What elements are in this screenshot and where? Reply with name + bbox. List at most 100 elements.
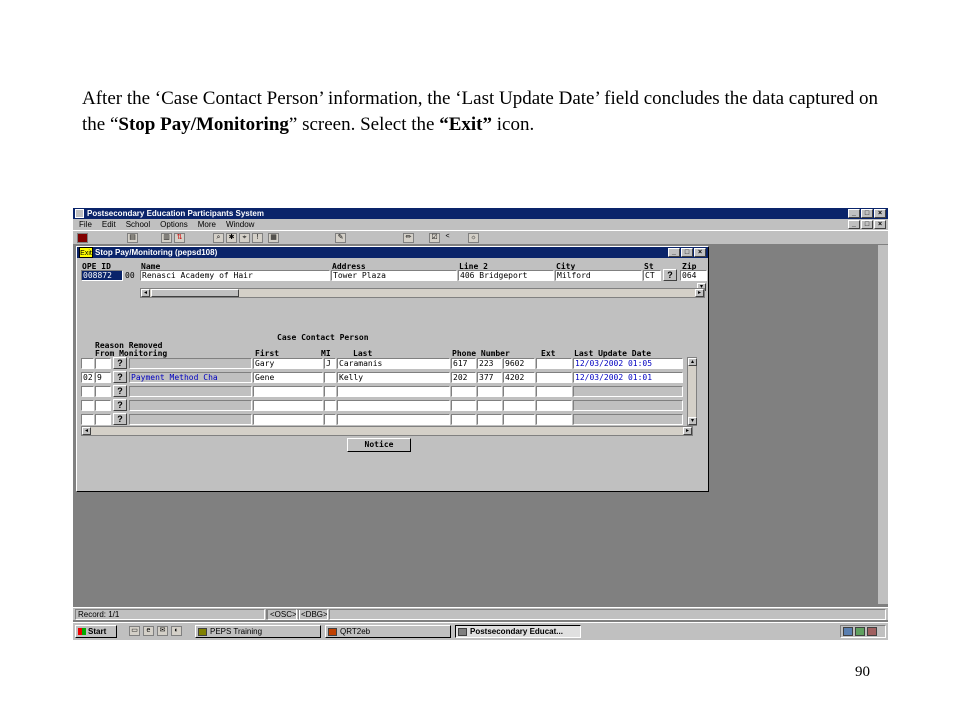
sort-icon[interactable]: ⇅ xyxy=(174,233,185,243)
mdi-minimize-button[interactable]: _ xyxy=(848,220,860,229)
code1-cell[interactable] xyxy=(81,386,94,397)
menu-school[interactable]: School xyxy=(126,219,150,230)
code1-cell[interactable]: 02 xyxy=(81,372,94,383)
reason-cell[interactable] xyxy=(129,386,252,397)
last-cell[interactable] xyxy=(337,400,450,411)
menu-options[interactable]: Options xyxy=(160,219,188,230)
check-icon[interactable]: ☑ xyxy=(429,233,440,243)
mi-cell[interactable] xyxy=(324,414,336,425)
phone-area-cell[interactable] xyxy=(451,400,476,411)
delete-icon[interactable]: ! xyxy=(252,233,263,243)
child-minimize-button[interactable]: _ xyxy=(668,248,680,257)
state-field[interactable]: CT xyxy=(643,270,661,281)
child-window-titlebar[interactable]: Stop Pay/Monitoring (pepsd108) _ □ × xyxy=(77,247,708,258)
phone-area-cell[interactable] xyxy=(451,414,476,425)
first-cell[interactable] xyxy=(253,400,323,411)
reason-lookup-icon[interactable]: ? xyxy=(113,371,127,383)
mdi-close-button[interactable]: × xyxy=(874,220,886,229)
main-window-titlebar[interactable]: Postsecondary Education Participants Sys… xyxy=(73,208,888,219)
header-hscrollbar[interactable]: ◂ ▸ xyxy=(140,288,705,298)
maximize-button[interactable]: □ xyxy=(861,209,873,218)
edit-icon[interactable]: ✎ xyxy=(335,233,346,243)
volume-icon[interactable] xyxy=(867,627,877,636)
browser-icon[interactable]: e xyxy=(143,626,154,636)
mi-cell[interactable] xyxy=(324,400,336,411)
grid-scroll-down-icon[interactable]: ▾ xyxy=(688,417,697,425)
start-button[interactable]: Start xyxy=(75,625,117,638)
child-close-button[interactable]: × xyxy=(694,248,706,257)
ope-id-field[interactable]: 008872 xyxy=(81,270,123,281)
reason-lookup-icon[interactable]: ? xyxy=(113,385,127,397)
phone-line-cell[interactable] xyxy=(503,386,535,397)
pencil-icon[interactable]: ✏ xyxy=(403,233,414,243)
phone-area-cell[interactable] xyxy=(451,386,476,397)
phone-prefix-cell[interactable]: 377 xyxy=(477,372,502,383)
workspace-vertical-scrollbar[interactable] xyxy=(878,245,888,604)
phone-prefix-cell[interactable] xyxy=(477,414,502,425)
notice-button[interactable]: Notice xyxy=(347,438,411,452)
phone-line-cell[interactable] xyxy=(503,400,535,411)
city-field[interactable]: Milford xyxy=(555,270,642,281)
reason-lookup-icon[interactable]: ? xyxy=(113,413,127,425)
desktop-icon[interactable]: ▭ xyxy=(129,626,140,636)
grid-scroll-right-icon[interactable]: ▸ xyxy=(683,427,692,435)
ext-cell[interactable] xyxy=(536,386,572,397)
header-scroll-right-icon[interactable]: ▸ xyxy=(695,289,704,297)
back-arrow-icon[interactable]: < xyxy=(442,233,453,243)
last-cell[interactable] xyxy=(337,386,450,397)
first-cell[interactable]: Gene xyxy=(253,372,323,383)
task-qrt2eb[interactable]: QRT2eb xyxy=(325,625,451,638)
header-scroll-left-icon[interactable]: ◂ xyxy=(141,289,150,297)
reason-cell[interactable] xyxy=(129,414,252,425)
menu-file[interactable]: File xyxy=(79,219,92,230)
tools-icon[interactable]: ✱ xyxy=(226,233,237,243)
last-cell[interactable] xyxy=(337,414,450,425)
minimize-button[interactable]: _ xyxy=(848,209,860,218)
save-icon[interactable]: ▥ xyxy=(161,233,172,243)
last-cell[interactable]: Caramanis xyxy=(337,358,450,369)
state-lookup-icon[interactable]: ? xyxy=(663,269,677,281)
reason-cell[interactable]: Payment Method Cha xyxy=(129,372,252,383)
mi-cell[interactable] xyxy=(324,386,336,397)
phone-prefix-cell[interactable]: 223 xyxy=(477,358,502,369)
first-cell[interactable]: Gary xyxy=(253,358,323,369)
menu-window[interactable]: Window xyxy=(226,219,254,230)
code2-cell[interactable] xyxy=(95,386,111,397)
close-button[interactable]: × xyxy=(874,209,886,218)
grid-vscrollbar[interactable]: ▴ ▾ xyxy=(687,357,697,426)
first-cell[interactable] xyxy=(253,414,323,425)
query-icon[interactable]: ⌖ xyxy=(239,233,250,243)
phone-area-cell[interactable]: 202 xyxy=(451,372,476,383)
reason-lookup-icon[interactable]: ? xyxy=(113,399,127,411)
reason-cell[interactable] xyxy=(129,400,252,411)
code2-cell[interactable] xyxy=(95,414,111,425)
mi-cell[interactable]: J xyxy=(324,358,336,369)
find-icon[interactable]: ⌕ xyxy=(213,233,224,243)
ext-cell[interactable] xyxy=(536,400,572,411)
address-field[interactable]: Tower Plaza xyxy=(331,270,457,281)
ext-cell[interactable] xyxy=(536,358,572,369)
columns-icon[interactable]: ▦ xyxy=(268,233,279,243)
code2-cell[interactable] xyxy=(95,358,111,369)
name-field[interactable]: Renasci Academy of Hair xyxy=(140,270,330,281)
ext-cell[interactable] xyxy=(536,414,572,425)
reason-cell[interactable] xyxy=(129,358,252,369)
phone-line-cell[interactable]: 4202 xyxy=(503,372,535,383)
grid-scroll-up-icon[interactable]: ▴ xyxy=(688,358,697,366)
code1-cell[interactable] xyxy=(81,414,94,425)
child-maximize-button[interactable]: □ xyxy=(681,248,693,257)
phone-line-cell[interactable]: 9602 xyxy=(503,358,535,369)
code1-cell[interactable] xyxy=(81,358,94,369)
code2-cell[interactable]: 9 xyxy=(95,372,111,383)
first-cell[interactable] xyxy=(253,386,323,397)
antivirus-icon[interactable] xyxy=(855,627,865,636)
phone-area-cell[interactable]: 617 xyxy=(451,358,476,369)
print-icon[interactable]: ▤ xyxy=(127,233,138,243)
mi-cell[interactable] xyxy=(324,372,336,383)
refresh-icon[interactable]: ☼ xyxy=(468,233,479,243)
network-icon[interactable] xyxy=(843,627,853,636)
grid-hscrollbar[interactable]: ◂ ▸ xyxy=(81,426,693,436)
phone-line-cell[interactable] xyxy=(503,414,535,425)
last-cell[interactable]: Kelly xyxy=(337,372,450,383)
phone-prefix-cell[interactable] xyxy=(477,386,502,397)
